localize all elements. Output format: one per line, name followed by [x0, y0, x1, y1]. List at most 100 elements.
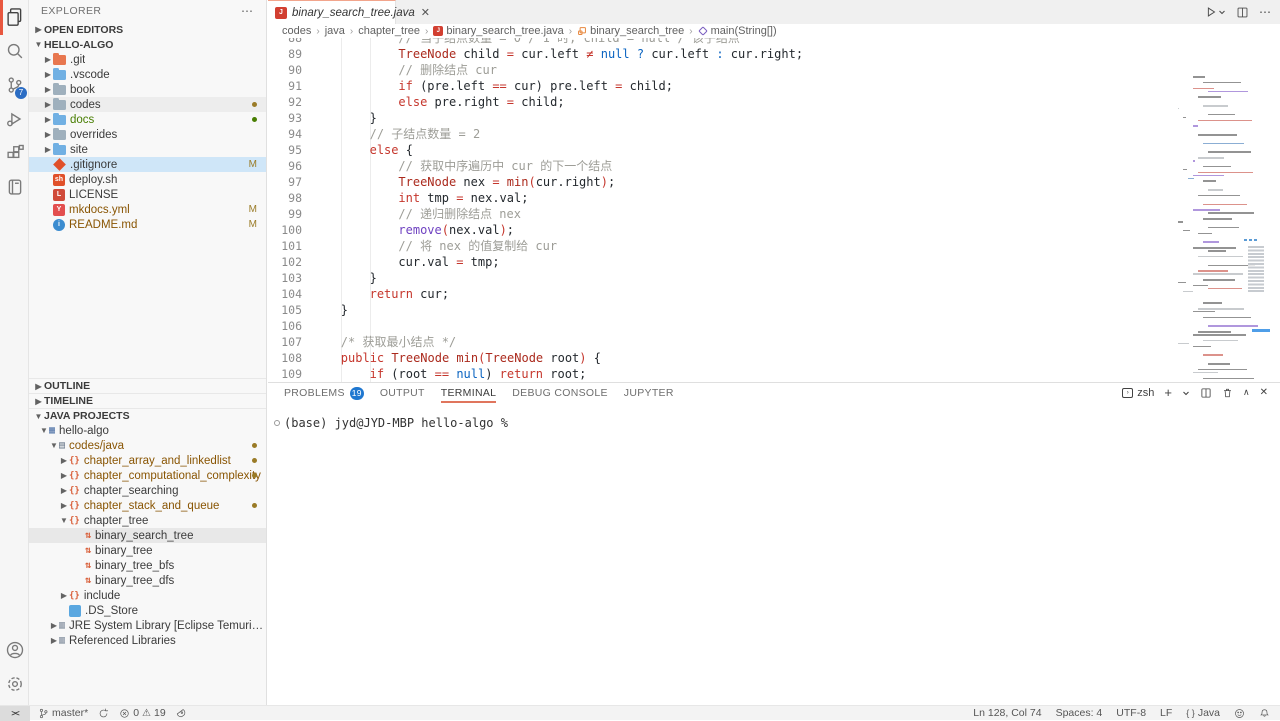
method-icon: [698, 26, 708, 36]
line-number: 107: [268, 334, 302, 350]
tab-close-icon[interactable]: ✕: [421, 6, 430, 19]
breadcrumb-codes[interactable]: codes: [282, 25, 311, 37]
cursor-position[interactable]: Ln 128, Col 74: [973, 707, 1041, 719]
tree-item--gitignore[interactable]: .gitignoreM: [29, 157, 266, 172]
breadcrumb-java[interactable]: java: [325, 25, 345, 37]
play-icon: [1204, 5, 1218, 19]
tree-item-book[interactable]: ▶book: [29, 82, 266, 97]
panel-tab-output[interactable]: OUTPUT: [380, 383, 425, 403]
java-item-chapter-array-and-linkedlist[interactable]: ▶{}chapter_array_and_linkedlist: [29, 453, 266, 468]
breadcrumb-binary-search-tree-java[interactable]: Jbinary_search_tree.java: [433, 25, 563, 37]
explorer-more-actions-icon[interactable]: ⋯: [241, 0, 254, 22]
remote-indicator[interactable]: ><: [0, 706, 30, 721]
indentation-setting[interactable]: Spaces: 4: [1056, 707, 1103, 719]
section-outline[interactable]: ▶ OUTLINE: [29, 378, 266, 393]
breadcrumb-chapter-tree[interactable]: chapter_tree: [358, 25, 420, 37]
java-item-chapter-tree[interactable]: ▼{}chapter_tree: [29, 513, 266, 528]
panel-tab-terminal[interactable]: TERMINAL: [441, 383, 497, 403]
panel-tabs: PROBLEMS19 OUTPUT TERMINAL DEBUG CONSOLE JUP…: [284, 383, 674, 403]
code-editor[interactable]: 88// 当子结点数量 = 0 / 1 时, child = null / 该子…: [268, 38, 1280, 382]
item-label: site: [70, 144, 88, 156]
launch-profile-dropdown[interactable]: › zsh: [1122, 387, 1154, 399]
split-editor-icon[interactable]: [1236, 6, 1249, 19]
java-item-chapter-computational-complexity[interactable]: ▶{}chapter_computational_complexity: [29, 468, 266, 483]
extensions-icon[interactable]: [0, 136, 29, 170]
java-item-binary-tree[interactable]: ⇅binary_tree: [29, 543, 266, 558]
search-icon[interactable]: [0, 34, 29, 68]
tree-item-readme-md[interactable]: iREADME.mdM: [29, 217, 266, 232]
minimap-line: [1208, 91, 1248, 93]
panel-tab-debug-console[interactable]: DEBUG CONSOLE: [512, 383, 608, 403]
close-panel-icon[interactable]: ✕: [1260, 387, 1268, 398]
line-number: 103: [268, 270, 302, 286]
section-open-editors[interactable]: ▶ OPEN EDITORS: [29, 22, 266, 37]
code-line-94: 94// 子结点数量 = 2: [268, 126, 1184, 142]
source-control-icon[interactable]: 7: [0, 68, 29, 102]
folder-icon: [53, 70, 66, 80]
tab-bar: J binary_search_tree.java ✕ ⋯: [268, 0, 1280, 24]
split-terminal-icon[interactable]: [1200, 387, 1212, 399]
line-text: else pre.right = child;: [312, 94, 565, 110]
eol-setting[interactable]: LF: [1160, 707, 1172, 719]
tree-item-mkdocs-yml[interactable]: Ymkdocs.ymlM: [29, 202, 266, 217]
tree-item-deploy-sh[interactable]: shdeploy.sh: [29, 172, 266, 187]
run-java-button[interactable]: [1204, 5, 1226, 19]
minimap-line: [1183, 230, 1190, 232]
java-item-hello-algo[interactable]: ▼▦hello-algo: [29, 423, 266, 438]
chevron-down-icon[interactable]: [1182, 389, 1190, 397]
sync-changes-button[interactable]: [98, 708, 109, 719]
explorer-icon[interactable]: [0, 0, 29, 34]
java-item-referenced-libraries[interactable]: ▶▥Referenced Libraries: [29, 633, 266, 648]
java-item-codes-java[interactable]: ▼▤codes/java: [29, 438, 266, 453]
run-and-debug-icon[interactable]: [0, 102, 29, 136]
section-timeline[interactable]: ▶ TIMELINE: [29, 393, 266, 408]
problems-status[interactable]: 0 ⚠ 19: [119, 707, 166, 719]
java-item-chapter-searching[interactable]: ▶{}chapter_searching: [29, 483, 266, 498]
new-terminal-button[interactable]: +: [1164, 385, 1172, 400]
trash-icon[interactable]: [1222, 387, 1233, 399]
maximize-panel-icon[interactable]: ∧: [1243, 387, 1250, 398]
line-number: 94: [268, 126, 302, 142]
terminal[interactable]: (base) jyd@JYD-MBP hello-algo %: [268, 403, 1280, 705]
breadcrumb-main-string-[interactable]: main(String[]): [698, 25, 777, 37]
tree-item--vscode[interactable]: ▶.vscode: [29, 67, 266, 82]
language-mode[interactable]: { } Java: [1186, 707, 1220, 719]
java-item-include[interactable]: ▶{}include: [29, 588, 266, 603]
minimap[interactable]: [1190, 76, 1270, 382]
java-item-binary-tree-dfs[interactable]: ⇅binary_tree_dfs: [29, 573, 266, 588]
tab-binary-search-tree[interactable]: J binary_search_tree.java ✕: [268, 0, 396, 24]
tree-item-codes[interactable]: ▶codes: [29, 97, 266, 112]
notifications-bell-icon[interactable]: [1259, 708, 1270, 719]
panel-tab-problems[interactable]: PROBLEMS19: [284, 383, 364, 403]
tree-item-docs[interactable]: ▶docs: [29, 112, 266, 127]
java-item--ds-store[interactable]: .DS_Store: [29, 603, 266, 618]
more-actions-icon[interactable]: ⋯: [1259, 5, 1272, 19]
java-item-jre-system-library-eclipse-temurin-17-17-[interactable]: ▶▥JRE System Library [Eclipse Temurin 17…: [29, 618, 266, 633]
item-label: overrides: [70, 129, 117, 141]
java-item-binary-tree-bfs[interactable]: ⇅binary_tree_bfs: [29, 558, 266, 573]
panel-tab-jupyter[interactable]: JUPYTER: [624, 383, 674, 403]
section-java-projects[interactable]: ▼ JAVA PROJECTS: [29, 408, 266, 423]
item-label: LICENSE: [69, 189, 118, 201]
tree-item-overrides[interactable]: ▶overrides: [29, 127, 266, 142]
feedback-smiley-icon[interactable]: [1234, 708, 1245, 719]
section-root-folder[interactable]: ▼ HELLO-ALGO: [29, 37, 266, 52]
line-number: 101: [268, 238, 302, 254]
code-line-89: 89TreeNode child = cur.left ≠ null ? cur…: [268, 46, 1184, 62]
chevron-right-icon: ▶: [59, 486, 69, 495]
tree-item-site[interactable]: ▶site: [29, 142, 266, 157]
tree-item-license[interactable]: LLICENSE: [29, 187, 266, 202]
account-icon[interactable]: [0, 633, 29, 667]
notebook-icon[interactable]: [0, 170, 29, 204]
git-branch-status[interactable]: master*: [38, 707, 88, 719]
java-status-rocket[interactable]: [176, 708, 187, 719]
java-item-chapter-stack-and-queue[interactable]: ▶{}chapter_stack_and_queue: [29, 498, 266, 513]
encoding-setting[interactable]: UTF-8: [1116, 707, 1146, 719]
java-item-binary-search-tree[interactable]: ⇅binary_search_tree: [29, 528, 266, 543]
minimap-line: [1198, 96, 1221, 98]
breadcrumb-binary-search-tree[interactable]: binary_search_tree: [577, 25, 684, 37]
chevron-down-icon: ▼: [49, 441, 59, 450]
tree-item--git[interactable]: ▶.git: [29, 52, 266, 67]
settings-gear-icon[interactable]: [0, 667, 29, 701]
status-bar: >< master* 0 ⚠ 19 Ln 128, Col 74 Spaces:…: [0, 705, 1280, 720]
